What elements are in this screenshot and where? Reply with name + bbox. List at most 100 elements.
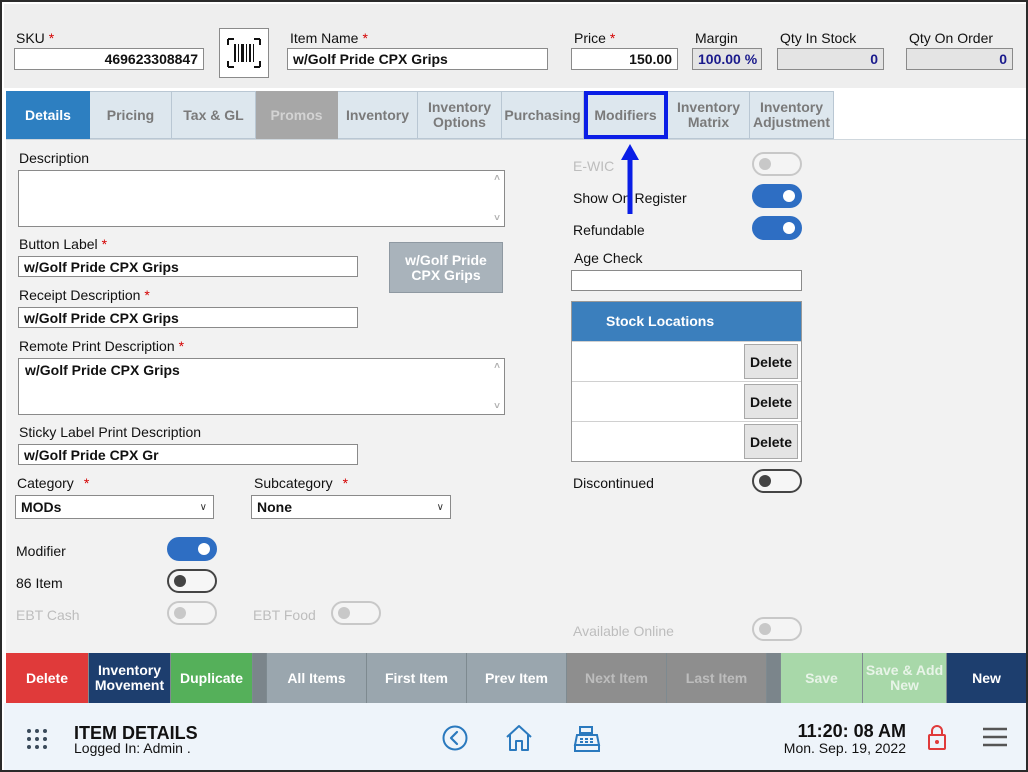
barcode-scan-button[interactable]	[219, 28, 269, 78]
next-item-button: Next Item	[567, 653, 667, 703]
sku-input[interactable]: 469623308847	[14, 48, 204, 70]
tab-bar: Details Pricing Tax & GL Promos Inventor…	[6, 91, 834, 139]
margin-label: Margin	[695, 30, 738, 46]
hamburger-menu-icon[interactable]	[982, 727, 1008, 747]
sticky-label-input[interactable]: w/Golf Pride CPX Gr	[18, 444, 358, 465]
delete-location-button[interactable]: Delete	[744, 384, 798, 419]
discontinued-label: Discontinued	[573, 475, 654, 491]
item-86-toggle[interactable]	[167, 569, 217, 593]
tab-inventory-matrix[interactable]: Inventory Matrix	[668, 91, 750, 139]
prev-item-button[interactable]: Prev Item	[467, 653, 567, 703]
cash-register-icon[interactable]	[572, 725, 602, 753]
app-window: SKU * 469623308847 Item Name * w/Golf Prid…	[0, 0, 1028, 772]
clock-time: 11:20: 08 AM	[797, 721, 906, 741]
save-button: Save	[781, 653, 863, 703]
item-name-label: Item Name *	[290, 30, 368, 46]
remote-print-label: Remote Print Description *	[19, 338, 185, 354]
action-bar: Delete Inventory Movement Duplicate All …	[6, 653, 1026, 703]
bar-separator	[253, 653, 267, 703]
item-name-input[interactable]: w/Golf Pride CPX Grips	[287, 48, 548, 70]
button-preview: w/Golf Pride CPX Grips	[389, 242, 503, 293]
tab-inventory-options[interactable]: Inventory Options	[418, 91, 502, 139]
all-items-button[interactable]: All Items	[267, 653, 367, 703]
scroll-up-icon: ˄	[494, 361, 500, 372]
discontinued-toggle[interactable]	[752, 469, 802, 493]
tab-modifiers[interactable]: Modifiers	[584, 91, 668, 139]
refundable-toggle[interactable]	[752, 216, 802, 240]
lock-icon[interactable]	[926, 723, 948, 751]
scroll-down-icon: ˅	[494, 401, 500, 412]
annotation-arrow-icon	[621, 144, 639, 214]
modifier-toggle[interactable]	[167, 537, 217, 561]
ewic-toggle	[752, 152, 802, 176]
remote-print-text: w/Golf Pride CPX Grips	[25, 362, 180, 378]
price-label: Price *	[574, 30, 616, 46]
price-input[interactable]: 150.00	[571, 48, 678, 70]
subcategory-label: Subcategory *	[254, 475, 349, 491]
ebt-cash-toggle	[167, 601, 217, 625]
textarea-scrollbar[interactable]: ˄ ˅	[492, 361, 502, 412]
table-row: Delete	[572, 341, 801, 381]
back-circle-icon[interactable]	[442, 725, 468, 751]
bar-separator	[767, 653, 781, 703]
ebt-food-toggle	[331, 601, 381, 625]
ebt-cash-label: EBT Cash	[16, 607, 80, 623]
stock-locations-table: Stock Locations Delete Delete Delete	[571, 301, 802, 462]
margin-value: 100.00 %	[692, 48, 762, 70]
scroll-up-icon: ˄	[494, 173, 500, 184]
tab-inventory-adjustment[interactable]: Inventory Adjustment	[750, 91, 834, 139]
item-86-label: 86 Item	[16, 575, 63, 591]
qty-in-stock-value: 0	[777, 48, 884, 70]
description-textarea[interactable]: ˄ ˅	[18, 170, 505, 227]
tab-inventory[interactable]: Inventory	[338, 91, 418, 139]
ebt-food-label: EBT Food	[253, 607, 316, 623]
qty-in-stock-label: Qty In Stock	[780, 30, 857, 46]
delete-location-button[interactable]: Delete	[744, 424, 798, 459]
home-icon[interactable]	[504, 723, 534, 753]
age-check-input[interactable]	[571, 270, 802, 291]
new-button[interactable]: New	[947, 653, 1026, 703]
first-item-button[interactable]: First Item	[367, 653, 467, 703]
receipt-description-input[interactable]: w/Golf Pride CPX Grips	[18, 307, 358, 328]
subcategory-select[interactable]: None ∨	[251, 495, 451, 519]
remote-print-textarea[interactable]: w/Golf Pride CPX Grips ˄ ˅	[18, 358, 505, 415]
textarea-scrollbar[interactable]: ˄ ˅	[492, 173, 502, 224]
grid-icon[interactable]	[26, 728, 48, 750]
app-footer: ITEM DETAILS Logged In: Admin . 11:20: 0…	[4, 703, 1026, 770]
clock-date: Mon. Sep. 19, 2022	[783, 740, 906, 756]
duplicate-button[interactable]: Duplicate	[171, 653, 253, 703]
last-item-button: Last Item	[667, 653, 767, 703]
logged-in-text: Logged In: Admin .	[74, 740, 191, 756]
item-header	[4, 4, 1026, 88]
category-label: Category *	[17, 475, 90, 491]
button-label-input[interactable]: w/Golf Pride CPX Grips	[18, 256, 358, 277]
description-label: Description	[19, 150, 90, 166]
table-row: Delete	[572, 381, 801, 421]
tab-details[interactable]: Details	[6, 91, 90, 139]
sku-label: SKU *	[16, 30, 55, 46]
show-on-register-toggle[interactable]	[752, 184, 802, 208]
tab-promos: Promos	[256, 91, 338, 139]
inventory-movement-button[interactable]: Inventory Movement	[89, 653, 171, 703]
refundable-label: Refundable	[573, 222, 645, 238]
subcategory-value: None	[257, 499, 292, 515]
modifier-label: Modifier	[16, 543, 66, 559]
tab-tax-gl[interactable]: Tax & GL	[172, 91, 256, 139]
age-check-label: Age Check	[574, 250, 643, 266]
button-label-label: Button Label *	[19, 236, 108, 252]
table-row: Delete	[572, 421, 801, 461]
save-add-new-button: Save & Add New	[863, 653, 947, 703]
qty-on-order-label: Qty On Order	[909, 30, 994, 46]
qty-on-order-value: 0	[906, 48, 1013, 70]
category-select[interactable]: MODs ∨	[15, 495, 214, 519]
scroll-down-icon: ˅	[494, 213, 500, 224]
tab-purchasing[interactable]: Purchasing	[502, 91, 584, 139]
delete-button[interactable]: Delete	[6, 653, 89, 703]
button-preview-text: w/Golf Pride CPX Grips	[405, 251, 487, 283]
ewic-label: E-WIC	[573, 158, 615, 174]
delete-location-button[interactable]: Delete	[744, 344, 798, 379]
category-value: MODs	[21, 499, 62, 515]
available-online-toggle	[752, 617, 802, 641]
tab-pricing[interactable]: Pricing	[90, 91, 172, 139]
barcode-icon	[227, 38, 261, 68]
